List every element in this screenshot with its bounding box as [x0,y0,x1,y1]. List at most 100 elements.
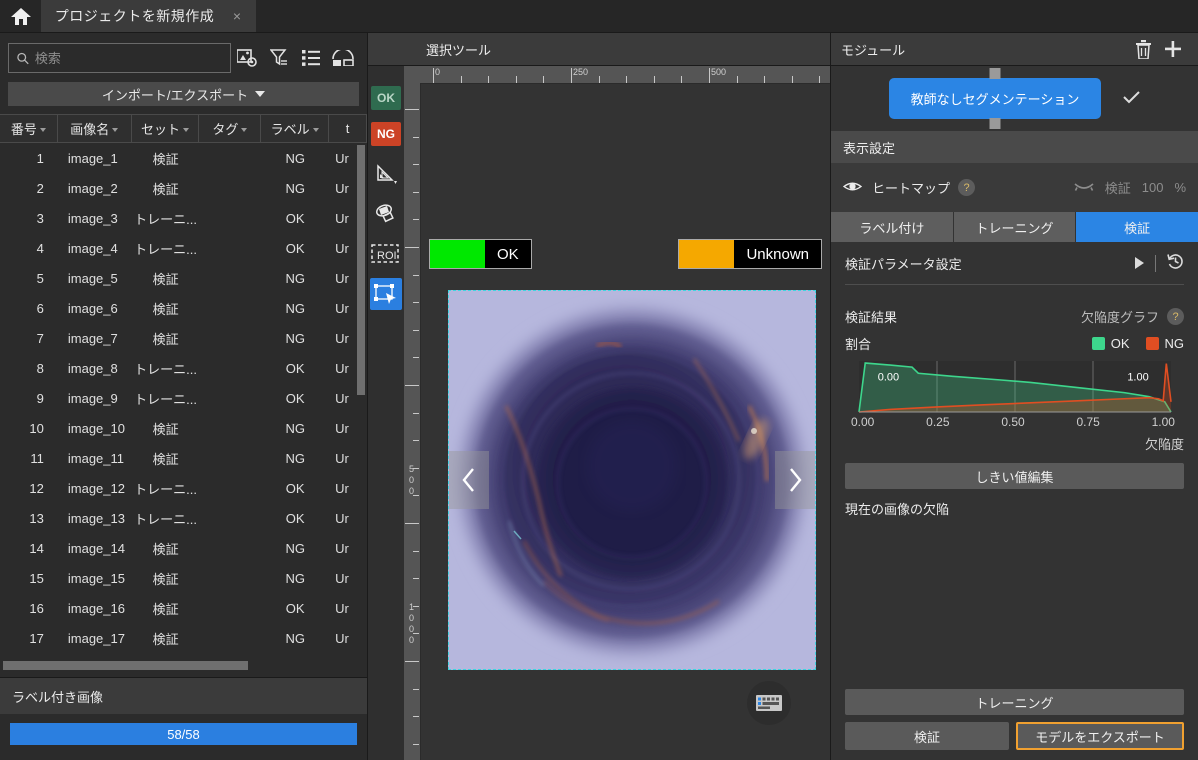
module-output-handle[interactable] [989,118,1001,129]
search-box[interactable] [8,43,231,73]
ruler-tick [460,76,462,83]
ok-badge: OK [429,239,532,269]
project-tab[interactable]: プロジェクトを新規作成 × [41,0,256,32]
canvas-content[interactable]: OK Unknown [421,84,830,760]
table-row[interactable]: 3 image_3 トレーニ... OK Ur [0,203,367,233]
cell-number: 15 [29,570,44,586]
cell-image-name: image_9 [67,390,118,406]
table-header-3[interactable]: タグ [199,115,262,142]
previous-image-button[interactable] [449,451,489,509]
close-icon[interactable]: × [228,8,246,24]
heatmap-opacity-group: 検証 100 % [1074,178,1186,197]
history-reset-icon[interactable] [1167,253,1184,273]
cell-number: 11 [30,450,44,466]
table-row[interactable]: 15 image_15 検証 NG Ur [0,563,367,593]
roi-tool-icon[interactable]: ROI [370,238,402,270]
table-row[interactable]: 12 image_12 トレーニ... OK Ur [0,473,367,503]
table-row[interactable]: 9 image_9 トレーニ... OK Ur [0,383,367,413]
select-tool-icon[interactable] [370,278,402,310]
table-body: 1 image_1 検証 NG Ur 2 image_2 検証 NG Ur 3 image_3 トレーニ… [0,143,367,661]
home-icon[interactable] [0,0,41,32]
eraser-tool-icon[interactable] [370,198,402,230]
heatmap-help-icon[interactable]: ? [958,179,976,196]
search-toolbar [0,33,367,79]
next-image-button[interactable] [775,451,815,509]
tab-0[interactable]: ラベル付け [831,212,954,242]
defect-graph-help-icon[interactable]: ? [1167,308,1184,325]
table-row[interactable]: 8 image_8 トレーニ... OK Ur [0,353,367,383]
ruler-tick [626,76,628,83]
ruler-tick [413,191,419,193]
cell-number: 4 [36,240,44,256]
inspection-image[interactable] [448,290,816,670]
table-row[interactable]: 2 image_2 検証 NG Ur [0,173,367,203]
tab-2[interactable]: 検証 [1076,212,1198,242]
heatmap-opacity-value[interactable]: 100 [1142,180,1164,195]
search-input[interactable] [34,50,222,66]
ruler-tick [413,412,419,414]
cell-number: 13 [29,510,44,526]
play-triangle-icon[interactable] [1135,257,1144,269]
filter-icon[interactable] [263,43,295,73]
training-button[interactable]: トレーニング [845,689,1184,715]
legend-label-ng: NG [1164,336,1185,351]
horizontal-ruler: 0250500750 [420,66,830,83]
table-vertical-scrollbar[interactable] [357,145,365,395]
cell-label: NG [285,630,305,646]
polygon-tool-icon[interactable] [370,158,402,190]
svg-text:ROI: ROI [377,250,397,262]
module-input-handle[interactable] [989,68,1001,79]
heatmap-row: ヒートマップ ? 検証 100 % [831,163,1198,212]
eye-visible-icon[interactable] [842,180,863,196]
cell-label: NG [285,300,305,316]
cell-image-name: image_17 [67,630,125,646]
table-row[interactable]: 14 image_14 検証 NG Ur [0,533,367,563]
table-header-4[interactable]: ラベル [261,115,330,142]
import-export-dropdown[interactable]: インポート/エクスポート [8,82,359,106]
defect-score-chart[interactable]: 0.00 1.00 0.00 0.25 0.50 0.75 1.00 [831,353,1198,429]
compare-view-icon[interactable] [327,43,359,73]
table-row[interactable]: 1 image_1 検証 NG Ur [0,143,367,173]
validate-button[interactable]: 検証 [845,722,1009,750]
threshold-edit-button[interactable]: しきい値編集 [845,463,1184,489]
table-row[interactable]: 6 image_6 検証 NG Ur [0,293,367,323]
chart-legend: 割合 OK NG [831,326,1198,353]
table-row[interactable]: 13 image_13 トレーニ... OK Ur [0,503,367,533]
cell-set: 検証 [152,451,179,467]
table-row[interactable]: 4 image_4 トレーニ... OK Ur [0,233,367,263]
export-model-button[interactable]: モデルをエクスポート [1016,722,1184,750]
sort-caret-icon [39,127,46,132]
ruler-tick [413,550,419,552]
check-icon[interactable] [1123,90,1141,107]
keyboard-icon[interactable] [747,681,791,725]
table-row[interactable]: 11 image_11 検証 NG Ur [0,443,367,473]
plus-icon[interactable] [1158,40,1188,58]
ng-class-button[interactable]: NG [371,122,401,146]
module-node[interactable]: 教師なしセグメンテーション [888,68,1102,129]
eye-hidden-icon[interactable] [1074,180,1094,195]
image-settings-icon[interactable] [231,43,263,73]
table-row[interactable]: 16 image_16 検証 OK Ur [0,593,367,623]
trash-icon[interactable] [1128,39,1158,59]
table-header-1[interactable]: 画像名 [58,115,132,142]
module-panel-header: モジュール [831,33,1198,66]
table-row[interactable]: 7 image_7 検証 NG Ur [0,323,367,353]
cell-label: NG [285,420,305,436]
table-header-2[interactable]: セット [132,115,200,142]
import-export-label: インポート/エクスポート [101,87,249,103]
table-header-0[interactable]: 番号 [0,115,58,142]
chart-xtick-label: 0.50 [1001,415,1025,429]
canvas-viewport[interactable]: 0250500750 5001000 OK Unknown [404,66,830,760]
table-row[interactable]: 10 image_10 検証 NG Ur [0,413,367,443]
tab-1[interactable]: トレーニング [953,212,1077,242]
table-header-5[interactable]: t [329,115,367,142]
list-view-icon[interactable] [295,43,327,73]
ruler-tick [681,76,683,83]
chart-ylabel: 割合 [845,337,872,352]
ruler-tick [515,76,517,83]
ok-class-button[interactable]: OK [371,86,401,110]
table-row[interactable]: 5 image_5 検証 NG Ur [0,263,367,293]
table-row[interactable]: 17 image_17 検証 NG Ur [0,623,367,653]
table-horizontal-scrollbar[interactable] [3,661,248,670]
cell-number: 12 [29,480,44,496]
